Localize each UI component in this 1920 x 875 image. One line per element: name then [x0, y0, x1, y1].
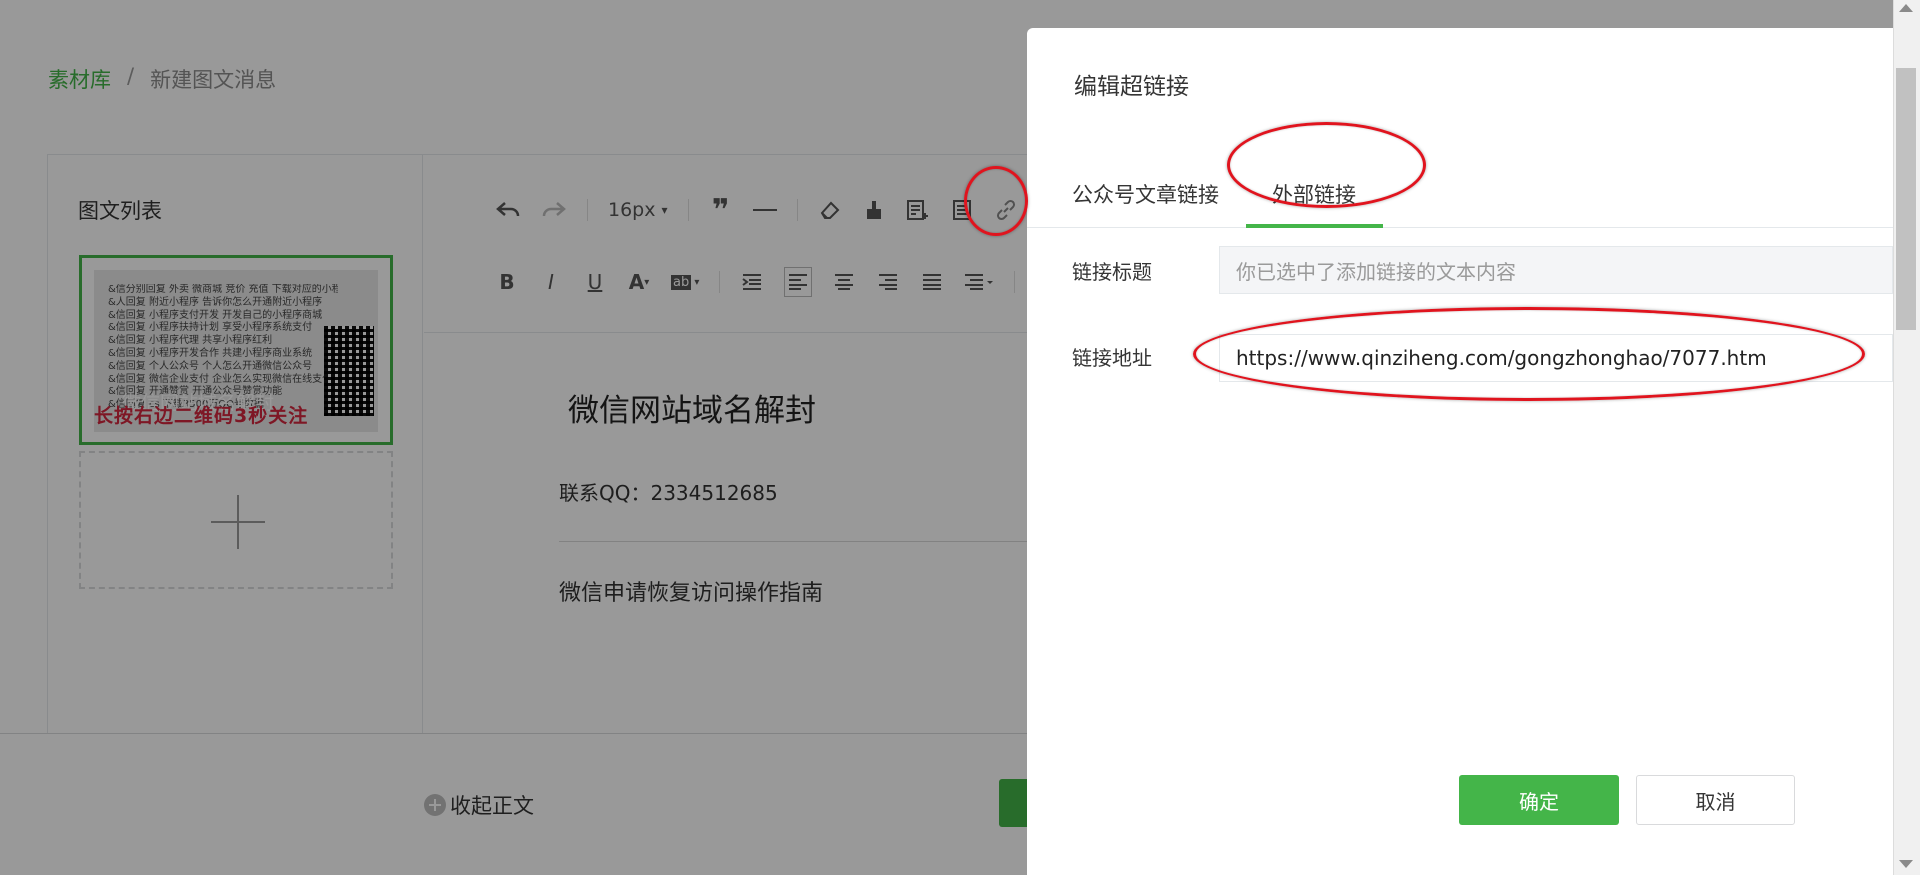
- scrollbar-thumb[interactable]: [1896, 68, 1916, 330]
- dialog-title: 编辑超链接: [1074, 74, 1189, 100]
- link-url-input[interactable]: https://www.qinziheng.com/gongzhonghao/7…: [1219, 334, 1893, 382]
- link-title-label: 链接标题: [1072, 260, 1152, 284]
- tab-external-link[interactable]: 外部链接: [1272, 179, 1356, 237]
- link-title-field[interactable]: 你已选中了添加链接的文本内容: [1219, 246, 1893, 294]
- confirm-button[interactable]: 确定: [1459, 775, 1619, 825]
- cancel-button[interactable]: 取消: [1636, 775, 1795, 825]
- tab-article-link[interactable]: 公众号文章链接: [1072, 179, 1219, 237]
- edit-hyperlink-dialog: 编辑超链接 公众号文章链接 外部链接 链接标题 你已选中了添加链接的文本内容 链…: [1027, 28, 1893, 875]
- link-type-tabs: 公众号文章链接 外部链接: [1027, 143, 1893, 228]
- active-tab-indicator: [1246, 224, 1383, 228]
- scroll-up-icon[interactable]: [1899, 4, 1913, 12]
- dialog-footer: 确定 取消: [1027, 775, 1893, 875]
- scroll-down-icon[interactable]: [1899, 860, 1913, 868]
- link-url-label: 链接地址: [1072, 346, 1152, 370]
